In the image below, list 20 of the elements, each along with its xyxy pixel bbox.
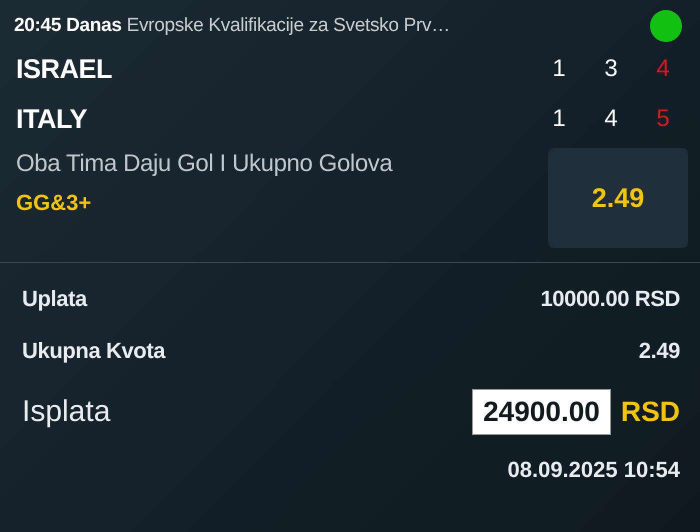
score: 4 xyxy=(655,55,671,83)
score: 5 xyxy=(655,105,671,133)
odds-box: 2.49 xyxy=(548,148,688,248)
score: 1 xyxy=(551,105,567,133)
team-name: ITALY xyxy=(16,104,88,134)
bet-market: Oba Tima Daju Gol I Ukupno Golova xyxy=(16,150,392,178)
payout-label: Isplata xyxy=(22,395,110,429)
bet-pick: GG&3+ xyxy=(16,190,92,216)
summary-value: 2.49 xyxy=(638,338,680,364)
payout-currency: RSD xyxy=(620,396,680,428)
score: 3 xyxy=(603,55,619,83)
score: 1 xyxy=(551,55,567,83)
summary-value: 10000.00 RSD xyxy=(540,286,680,312)
payout-amount: 24900.00 xyxy=(472,389,611,435)
match-info: 20:45 Danas Evropske Kvalifikacije za Svetsko Prv… xyxy=(14,15,450,37)
team-name: ISRAEL xyxy=(16,54,112,84)
summary-label: Ukupna Kvota xyxy=(22,338,166,364)
score: 4 xyxy=(603,105,619,133)
summary-label: Uplata xyxy=(22,286,87,312)
ticket-timestamp: 08.09.2025 10:54 xyxy=(508,457,680,483)
